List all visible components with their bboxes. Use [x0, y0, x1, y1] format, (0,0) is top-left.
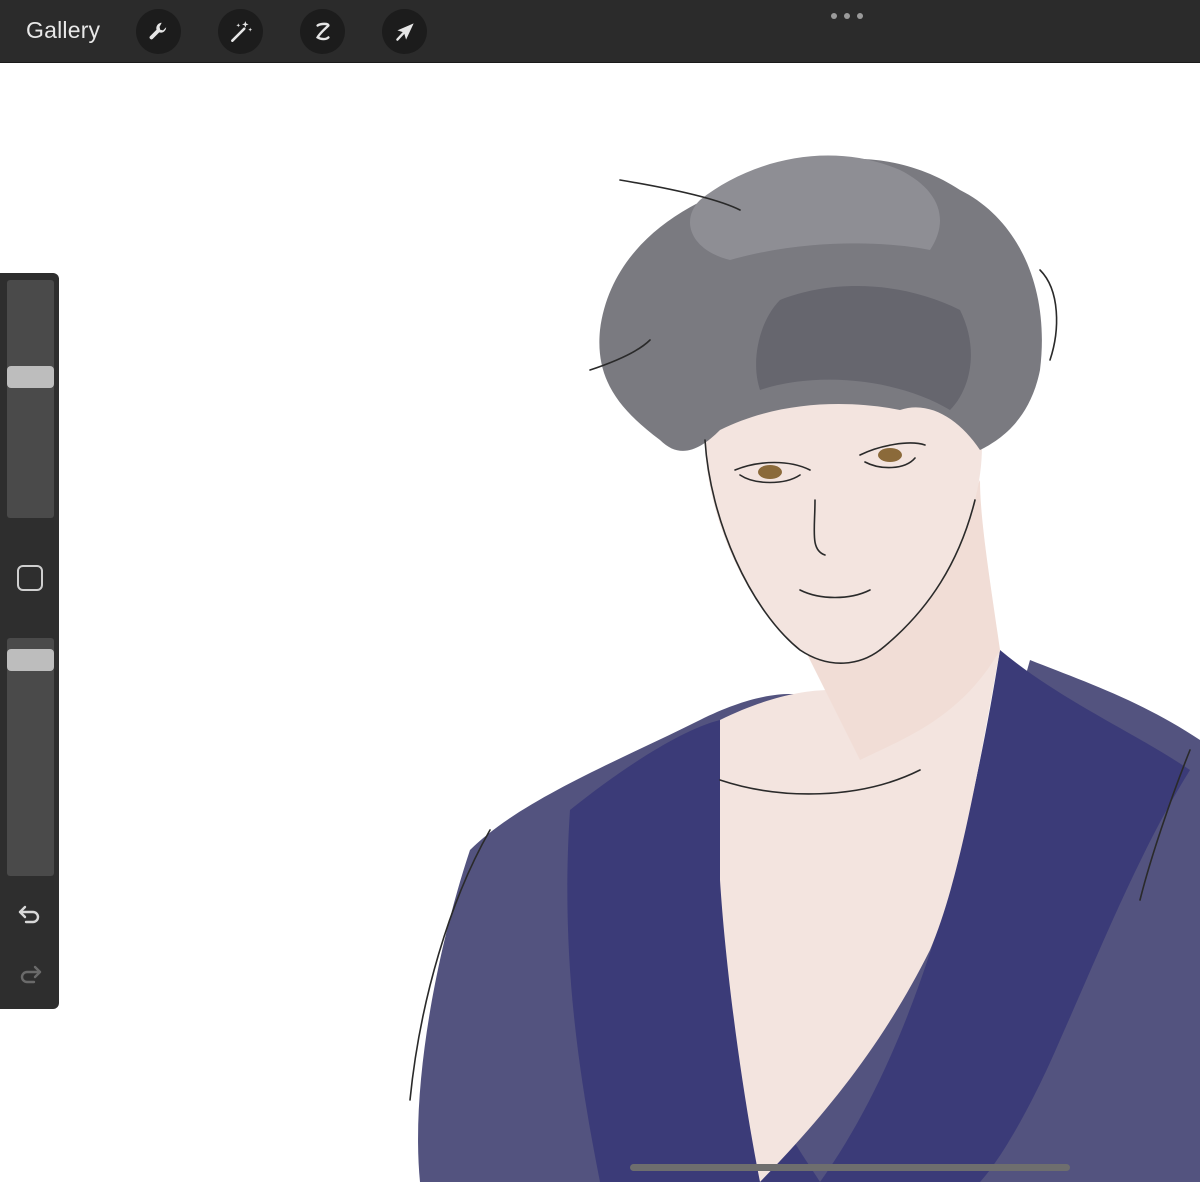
magic-wand-icon: [230, 20, 252, 42]
drawing-canvas[interactable]: [0, 63, 1200, 1182]
wrench-icon: [149, 22, 166, 39]
transform-button[interactable]: [382, 9, 427, 54]
selection-s-icon: [315, 22, 330, 40]
actions-button[interactable]: [136, 9, 181, 54]
arrow-cursor-icon: [395, 22, 414, 41]
adjustments-button[interactable]: [218, 9, 263, 54]
gallery-button[interactable]: Gallery: [26, 17, 100, 44]
home-indicator: [630, 1164, 1070, 1171]
top-toolbar: Gallery: [0, 0, 1200, 63]
selection-button[interactable]: [300, 9, 345, 54]
ellipsis-icon[interactable]: [831, 13, 863, 21]
